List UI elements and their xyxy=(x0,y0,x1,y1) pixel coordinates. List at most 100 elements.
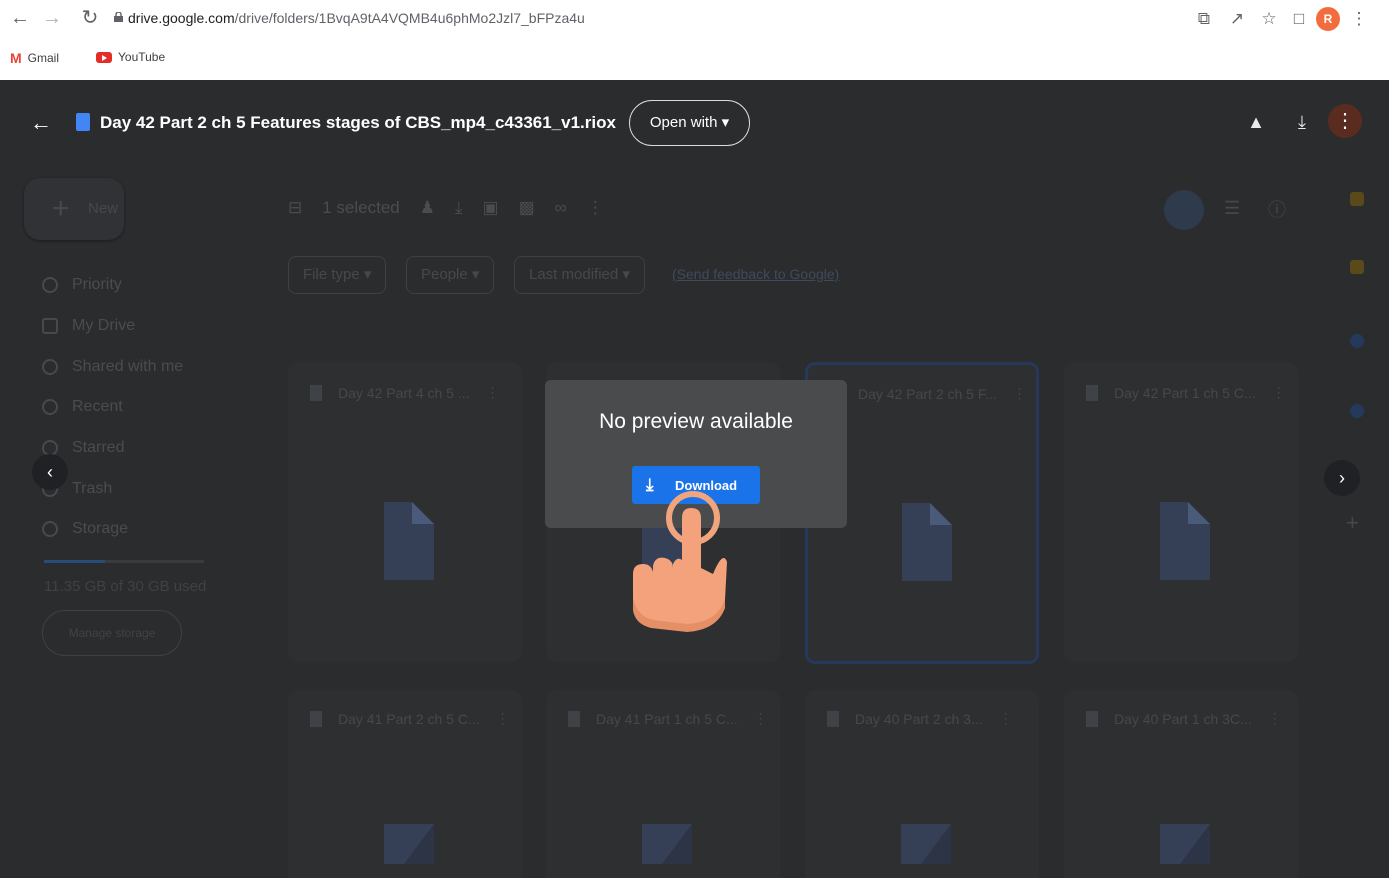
file-menu-icon[interactable]: ⋮ xyxy=(496,710,510,727)
bookmark-label: YouTube xyxy=(118,50,166,64)
reload-icon[interactable]: ↻ xyxy=(78,6,102,30)
list-view-icon[interactable]: ☰ xyxy=(1224,198,1240,219)
dialog-title: No preview available xyxy=(599,410,793,433)
sidebar-label: Storage xyxy=(72,520,129,537)
viewer-title-bar: ← Day 42 Part 2 ch 5 Features stages of … xyxy=(12,80,1385,164)
people-icon xyxy=(42,359,58,375)
forward-icon[interactable]: → xyxy=(40,6,64,30)
file-card-title: Day 41 Part 1 ch 5 C... ⋮ xyxy=(568,710,768,727)
priority-icon xyxy=(42,277,58,293)
url-host: drive.google.com xyxy=(128,10,235,26)
video-file-icon xyxy=(827,710,839,727)
sidebar-item-shared[interactable]: Shared with me xyxy=(42,358,183,376)
delete-icon[interactable]: ▩ xyxy=(519,198,535,218)
chip-label: File type xyxy=(303,266,360,283)
add-shortcut-icon[interactable]: ▲ xyxy=(1244,110,1268,134)
file-name: Day 40 Part 1 ch 3C... xyxy=(1114,710,1252,727)
file-menu-icon[interactable]: ⋮ xyxy=(999,710,1013,727)
filter-last-modified[interactable]: Last modified ▾ xyxy=(514,256,645,294)
filter-people[interactable]: People ▾ xyxy=(406,256,495,294)
link-icon[interactable]: ∞ xyxy=(555,198,567,218)
install-icon[interactable]: ⧉ xyxy=(1193,8,1215,30)
video-file-icon xyxy=(310,710,322,727)
sidebar-label: Shared with me xyxy=(72,358,184,375)
file-card[interactable]: Day 42 Part 1 ch 5 C... ⋮ xyxy=(1064,362,1298,662)
lock-icon xyxy=(114,12,123,22)
file-card-title: Day 42 Part 2 ch 5 F... ⋮ xyxy=(830,385,1027,402)
deselect-icon[interactable]: ⊟ xyxy=(288,198,302,218)
tasks-app-icon[interactable] xyxy=(1350,334,1364,348)
file-thumbnail-icon xyxy=(1160,502,1210,580)
selected-count: 1 selected xyxy=(322,198,400,217)
side-panel-icon[interactable]: □ xyxy=(1288,8,1310,30)
close-viewer-icon[interactable]: ← xyxy=(30,110,52,136)
sidebar-item-my-drive[interactable]: My Drive xyxy=(42,317,135,335)
manage-storage-button[interactable]: Manage storage xyxy=(42,610,182,656)
video-file-icon xyxy=(1086,710,1098,727)
next-file-button[interactable]: › xyxy=(1324,460,1360,496)
file-type-icon xyxy=(76,113,90,131)
video-file-icon xyxy=(568,710,580,727)
add-app-icon[interactable]: + xyxy=(1346,510,1359,536)
download-icon[interactable]: ⤓ xyxy=(455,198,463,218)
sidebar-item-priority[interactable]: Priority xyxy=(42,276,122,294)
sidebar-label: Recent xyxy=(72,398,123,415)
keep-app-icon[interactable] xyxy=(1350,260,1364,274)
contacts-app-icon[interactable] xyxy=(1350,404,1364,418)
feedback-link[interactable]: (Send feedback to Google) xyxy=(672,266,839,282)
file-menu-icon[interactable]: ⋮ xyxy=(1268,710,1282,727)
open-with-button[interactable]: Open with ▾ xyxy=(629,100,750,146)
download-icon[interactable]: ⤓ xyxy=(1290,110,1314,134)
cloud-icon xyxy=(42,521,58,537)
gmail-icon: M xyxy=(10,50,22,66)
new-button[interactable]: + New xyxy=(24,178,124,240)
file-card[interactable]: Day 42 Part 4 ch 5 ... ⋮ xyxy=(288,362,522,662)
file-name: Day 42 Part 4 ch 5 ... xyxy=(338,384,470,401)
file-card-title: Day 40 Part 2 ch 3... ⋮ xyxy=(827,710,1013,727)
file-menu-icon[interactable]: ⋮ xyxy=(1013,385,1027,402)
back-icon[interactable]: ← xyxy=(8,6,32,30)
more-actions-icon[interactable]: ⋮ xyxy=(587,198,604,218)
file-card-title: Day 41 Part 2 ch 5 C... ⋮ xyxy=(310,710,510,727)
star-icon[interactable]: ☆ xyxy=(1258,8,1280,30)
file-name: Day 42 Part 1 ch 5 C... xyxy=(1114,384,1256,401)
sidebar-item-recent[interactable]: Recent xyxy=(42,398,123,416)
calendar-app-icon[interactable] xyxy=(1350,192,1364,206)
file-card[interactable]: Day 40 Part 1 ch 3C... ⋮ xyxy=(1064,690,1298,878)
file-card-title: Day 40 Part 1 ch 3C... ⋮ xyxy=(1086,710,1282,727)
storage-fill xyxy=(44,560,105,563)
browser-menu-icon[interactable]: ⋮ xyxy=(1348,8,1370,30)
file-name: Day 41 Part 1 ch 5 C... xyxy=(596,710,738,727)
move-icon[interactable]: ▣ xyxy=(483,198,499,218)
address-bar-row: ← → ↻ drive.google.com/drive/folders/1Bv… xyxy=(0,0,1389,38)
share-person-icon[interactable]: ♟ xyxy=(420,198,435,218)
file-menu-icon[interactable]: ⋮ xyxy=(1272,384,1286,401)
file-name: Day 40 Part 2 ch 3... xyxy=(855,710,983,727)
bookmark-gmail[interactable]: M Gmail xyxy=(10,50,59,66)
open-with-label: Open with xyxy=(649,114,718,131)
storage-text: 11.35 GB of 30 GB used xyxy=(44,578,207,595)
info-icon[interactable]: ⓘ xyxy=(1268,196,1286,222)
previous-file-button[interactable]: ‹ xyxy=(32,454,68,490)
file-name: Day 42 Part 2 ch 5 F... xyxy=(858,385,997,402)
file-card[interactable]: Day 41 Part 2 ch 5 C... ⋮ xyxy=(288,690,522,878)
file-name: Day 41 Part 2 ch 5 C... xyxy=(338,710,480,727)
file-card[interactable]: Day 40 Part 2 ch 3... ⋮ xyxy=(805,690,1039,878)
more-options-icon[interactable]: ⋮ xyxy=(1328,104,1362,138)
filter-file-type[interactable]: File type ▾ xyxy=(288,256,387,294)
url-field[interactable]: drive.google.com/drive/folders/1BvqA9tA4… xyxy=(128,10,585,26)
file-thumbnail-icon xyxy=(384,502,434,580)
hand-pointer-icon xyxy=(633,491,727,632)
viewer-file-title: Day 42 Part 2 ch 5 Features stages of CB… xyxy=(100,113,616,132)
selection-toolbar: ⊟ 1 selected ♟ ⤓ ▣ ▩ ∞ ⋮ xyxy=(288,198,604,218)
sidebar-item-storage[interactable]: Storage xyxy=(42,520,128,538)
url-path: /drive/folders/1BvqA9tA4VQMB4u6phMo2Jzl7… xyxy=(234,10,585,26)
file-menu-icon[interactable]: ⋮ xyxy=(486,384,500,401)
bookmark-youtube[interactable]: YouTube xyxy=(96,50,165,64)
file-menu-icon[interactable]: ⋮ xyxy=(754,710,768,727)
clock-icon xyxy=(42,399,58,415)
file-card[interactable]: Day 41 Part 1 ch 5 C... ⋮ xyxy=(546,690,780,878)
share-icon[interactable]: ↗ xyxy=(1226,8,1248,30)
profile-avatar[interactable]: R xyxy=(1316,7,1340,31)
filter-toggle-icon[interactable] xyxy=(1164,190,1204,230)
